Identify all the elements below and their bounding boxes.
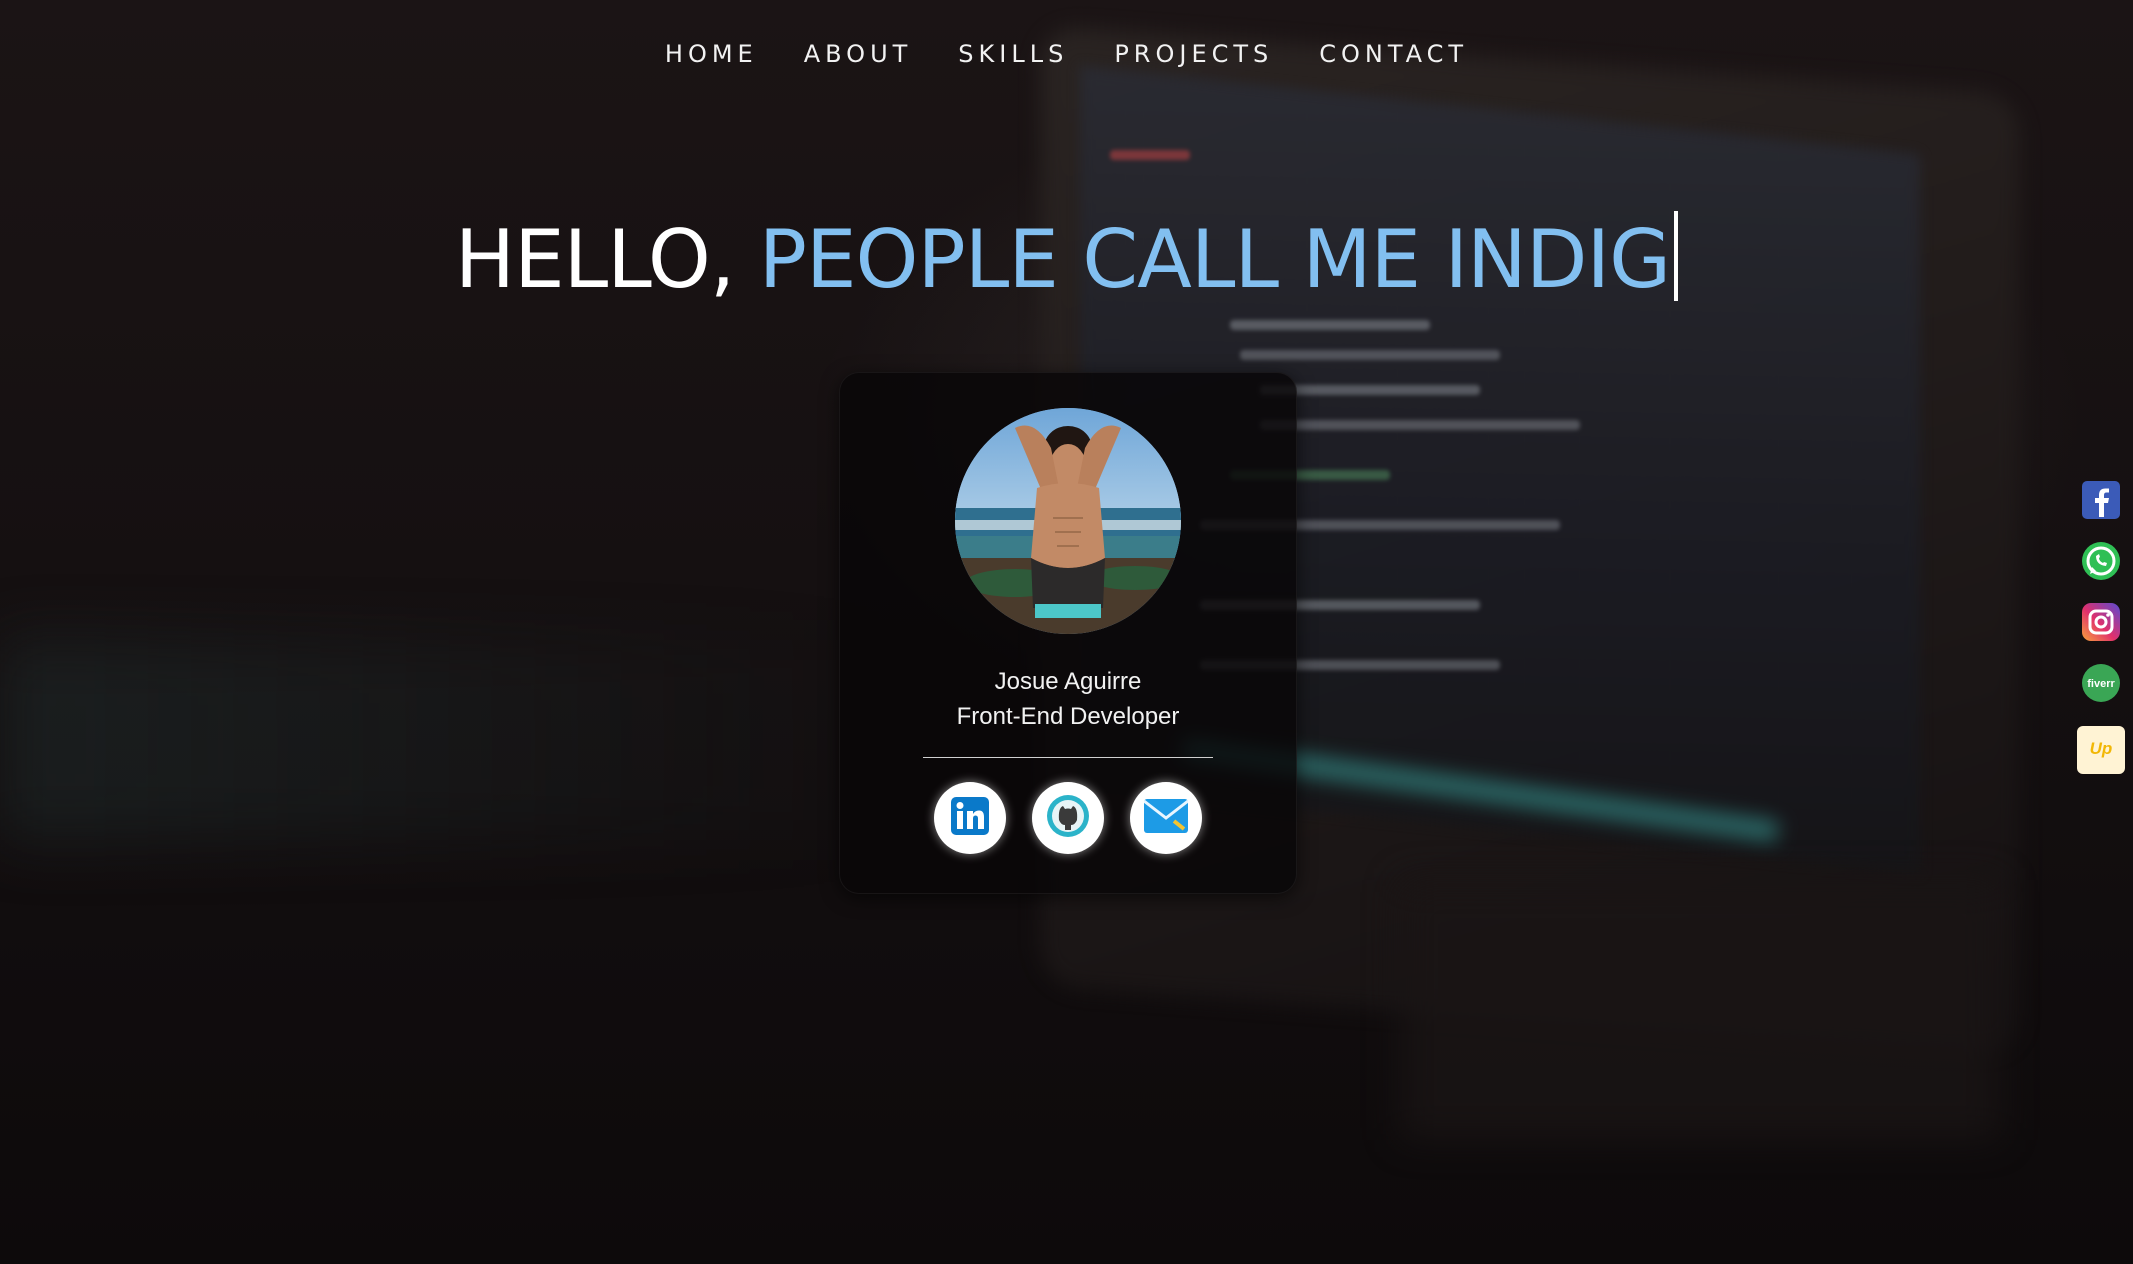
card-social-links <box>839 782 1297 854</box>
svg-text:fiverr: fiverr <box>2087 678 2115 690</box>
hero-typed-text: PEOPLE CALL ME INDIG <box>758 213 1671 306</box>
linkedin-icon <box>951 797 989 839</box>
avatar-photo <box>955 408 1181 634</box>
instagram-icon <box>2082 603 2120 645</box>
svg-text:Up: Up <box>2090 739 2113 758</box>
background-code-line <box>1230 320 1430 330</box>
upwork-link[interactable]: Up <box>2077 726 2125 774</box>
background-keyboard <box>1400 880 2000 1140</box>
avatar <box>955 408 1181 634</box>
profile-role: Front-End Developer <box>956 703 1180 730</box>
profile-name: Josue Aguirre <box>994 668 1142 695</box>
background-glow <box>0 640 900 840</box>
profile-card: Josue Aguirre Front-End Developer <box>839 372 1297 894</box>
email-button[interactable] <box>1130 782 1202 854</box>
facebook-link[interactable] <box>2081 481 2121 523</box>
nav-home[interactable]: HOME <box>642 40 781 68</box>
fiverr-link[interactable]: fiverr <box>2081 663 2121 707</box>
github-button[interactable] <box>1032 782 1104 854</box>
whatsapp-link[interactable] <box>2081 541 2121 585</box>
nav-projects[interactable]: PROJECTS <box>1091 40 1296 68</box>
whatsapp-icon <box>2081 541 2121 585</box>
main-nav: HOME ABOUT SKILLS PROJECTS CONTACT <box>0 40 2133 68</box>
card-divider <box>923 757 1213 758</box>
typing-cursor <box>1674 211 1679 301</box>
github-icon <box>1046 794 1090 842</box>
instagram-link[interactable] <box>2081 603 2121 645</box>
fiverr-icon: fiverr <box>2081 663 2121 707</box>
background-code-line <box>1110 150 1190 160</box>
background-code-line <box>1240 350 1500 360</box>
hero-title: HELLO, PEOPLE CALL ME INDIG <box>0 210 2133 310</box>
hero-greeting: HELLO, <box>454 213 759 306</box>
nav-skills[interactable]: SKILLS <box>935 40 1091 68</box>
mail-icon <box>1143 799 1189 837</box>
facebook-icon <box>2082 481 2120 523</box>
nav-contact[interactable]: CONTACT <box>1296 40 1491 68</box>
nav-about[interactable]: ABOUT <box>781 40 936 68</box>
linkedin-button[interactable] <box>934 782 1006 854</box>
page: HOME ABOUT SKILLS PROJECTS CONTACT HELLO… <box>0 0 2133 1264</box>
background-code-line <box>1260 420 1580 430</box>
floating-social-bar: fiverr Up <box>2077 481 2125 795</box>
upwork-icon: Up <box>2086 737 2116 763</box>
